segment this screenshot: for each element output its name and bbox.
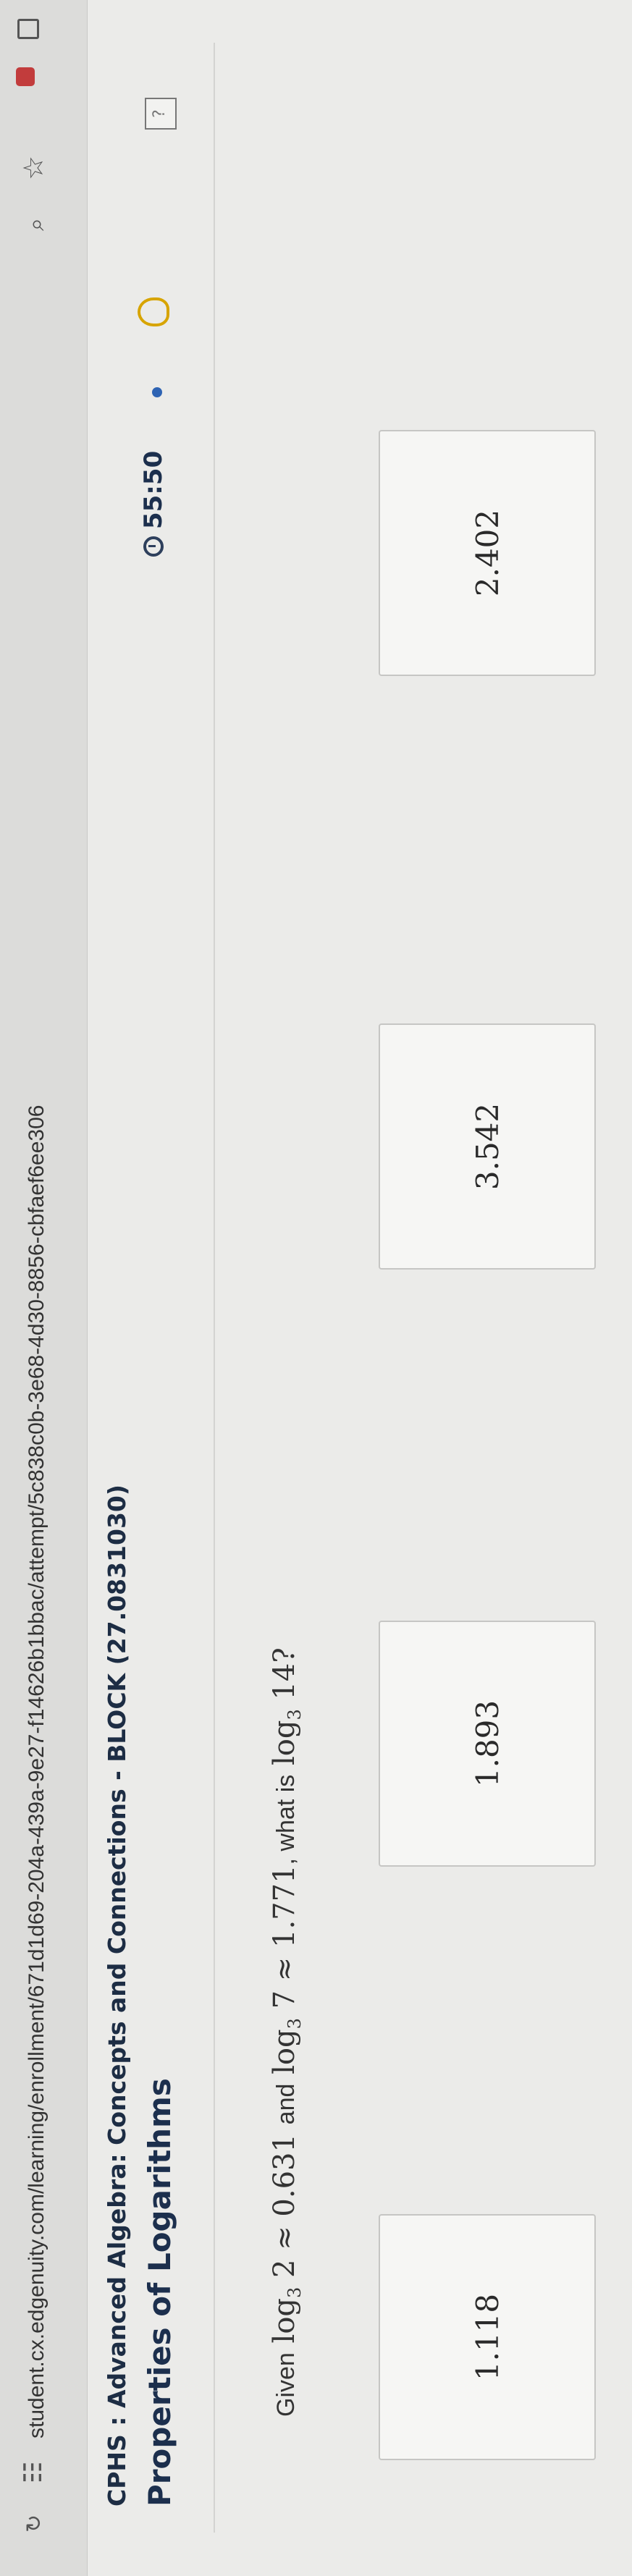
extension-icon[interactable] — [16, 67, 35, 86]
divider — [214, 43, 215, 2533]
timer: 55:50 — [139, 451, 168, 557]
question-text: Given log3 2 ≈ 0.631 and log3 7 ≈ 1.771,… — [268, 1647, 305, 2417]
page: ↻ ☷ student.cx.edgenuity.com/learning/en… — [0, 0, 632, 2576]
browser-toolbar: ↻ ☷ student.cx.edgenuity.com/learning/en… — [0, 0, 88, 2576]
bookmark-star-icon[interactable]: ☆ — [17, 156, 49, 180]
address-bar[interactable]: student.cx.edgenuity.com/learning/enroll… — [25, 1105, 49, 2438]
answer-option-4[interactable]: 2.402 — [379, 430, 596, 676]
status-dot-icon — [152, 387, 162, 397]
answer-option-3[interactable]: 3.542 — [379, 1023, 596, 1270]
site-info-icon[interactable]: ☷ — [19, 2462, 48, 2483]
help-icon[interactable]: ? — [145, 98, 177, 130]
timer-value: 55:50 — [139, 450, 168, 529]
course-title: CPHS : Advanced Algebra: Concepts and Co… — [103, 1485, 131, 2507]
window-icon[interactable] — [17, 19, 39, 39]
zoom-icon[interactable]: ⌕ — [22, 218, 50, 231]
reload-icon[interactable]: ↻ — [22, 2514, 47, 2533]
answer-option-2[interactable]: 1.893 — [379, 1621, 596, 1867]
clock-icon — [143, 536, 164, 557]
lightbulb-hint-icon[interactable] — [138, 297, 169, 326]
page-title: Properties of Logarithms — [142, 2078, 177, 2507]
answer-option-1[interactable]: 1.118 — [379, 2214, 596, 2460]
